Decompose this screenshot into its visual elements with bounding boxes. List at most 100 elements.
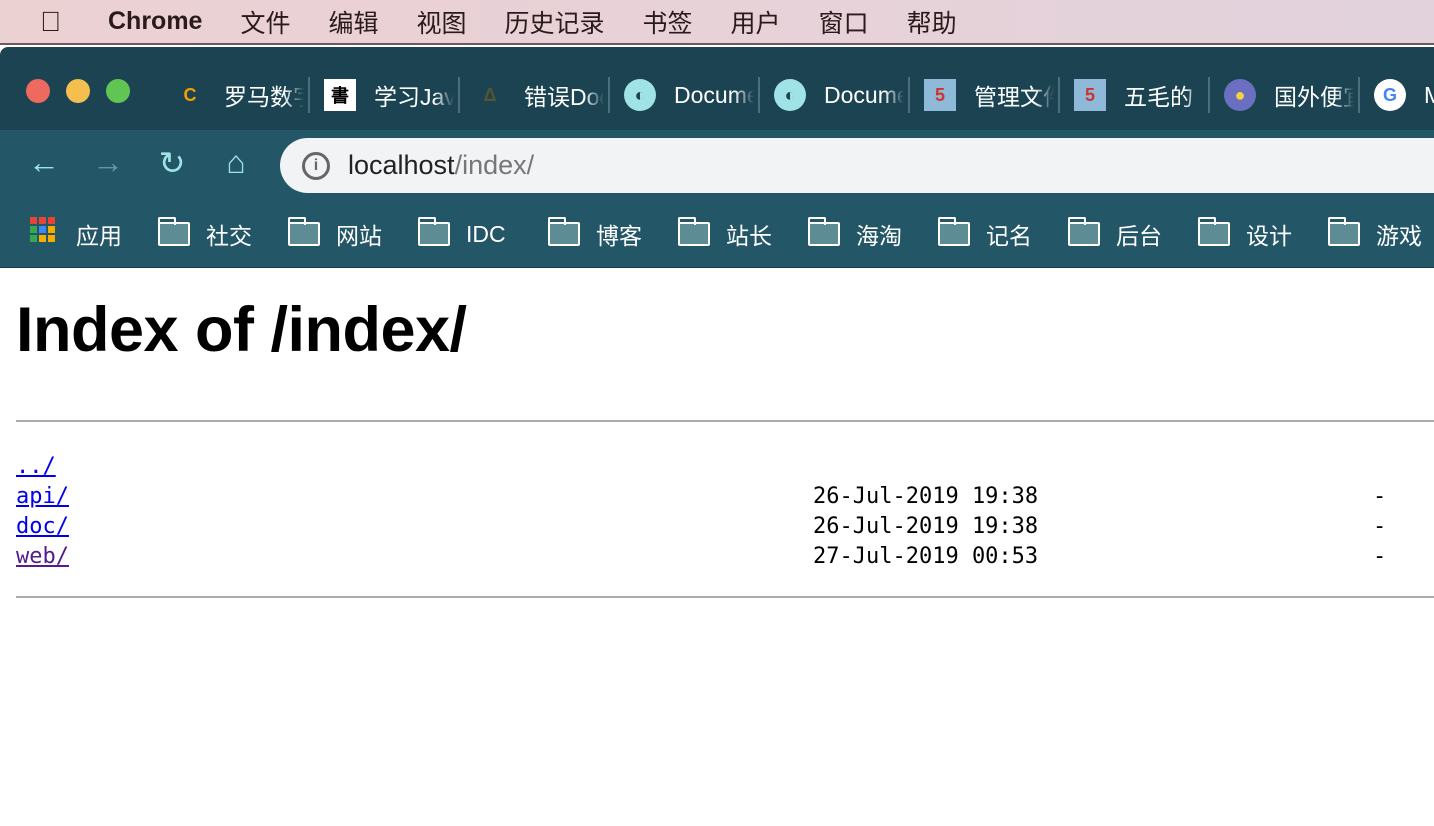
entry-size: - bbox=[1373, 484, 1387, 509]
bookmark-folder[interactable]: 社交 bbox=[158, 200, 252, 268]
entry-size: - bbox=[1373, 514, 1387, 539]
speed-sign-icon: 5 bbox=[924, 79, 956, 111]
bookmark-folder-label: 后台 bbox=[1116, 223, 1162, 249]
entry-link[interactable]: api/ bbox=[16, 484, 69, 509]
bookmark-folder[interactable]: 海淘 bbox=[808, 200, 902, 268]
url-path: /index/ bbox=[454, 150, 535, 180]
listing-row: api/26-Jul-2019 19:38 - bbox=[16, 482, 1434, 512]
calligraphy-icon: 書 bbox=[324, 79, 356, 111]
bookmark-folder[interactable]: 站长 bbox=[678, 200, 772, 268]
menu-bookmarks[interactable]: 书签 bbox=[643, 4, 693, 40]
toolbar: ← → ↻ ⌂ i localhost/index/ bbox=[0, 130, 1434, 200]
globe-icon: ◐ bbox=[624, 79, 656, 111]
tab-title: 五毛的 bbox=[1124, 84, 1193, 110]
macos-menubar:  Chrome 文件 编辑 视图 历史记录 书签 用户 窗口 帮助 bbox=[0, 0, 1434, 45]
folder-icon bbox=[678, 217, 710, 246]
bookmark-folder[interactable]: 设计 bbox=[1198, 200, 1292, 268]
minimize-window-button[interactable] bbox=[66, 79, 90, 103]
bookmark-folder-label: 记名 bbox=[986, 223, 1032, 249]
info-icon[interactable]: i bbox=[302, 151, 330, 180]
bookmark-folder[interactable]: 后台 bbox=[1068, 200, 1162, 268]
browser-tab[interactable]: ● 国外便宜 bbox=[1210, 77, 1360, 113]
back-arrow-icon[interactable]: ← bbox=[24, 144, 64, 181]
home-icon[interactable]: ⌂ bbox=[216, 144, 256, 181]
bookmark-folder[interactable]: IDC bbox=[418, 200, 506, 268]
page-title: Index of /index/ bbox=[16, 295, 467, 365]
entry-date: 26-Jul-2019 19:38 bbox=[813, 484, 1039, 509]
bookmark-folder[interactable]: 博客 bbox=[548, 200, 642, 268]
browser-tab[interactable]: ◐ Documentation bbox=[760, 77, 910, 113]
parent-directory-link[interactable]: ../ bbox=[16, 452, 56, 482]
tab-strip: C 罗马数字書学习Java Δ 错误Doc ◐ Documentation ◐ Documen… bbox=[0, 47, 1434, 130]
bookmark-folder-label: 海淘 bbox=[856, 223, 902, 249]
browser-tab[interactable]: ◐ Documentation bbox=[610, 77, 760, 113]
bookmark-folder[interactable]: 记名 bbox=[938, 200, 1032, 268]
tab-title: Documentation bbox=[674, 81, 754, 108]
tab-title: 错误Doc bbox=[524, 84, 604, 110]
browser-tab[interactable]: C 罗马数字 bbox=[160, 77, 310, 113]
bookmark-folder-label: 设计 bbox=[1246, 223, 1292, 249]
bookmarks-bar: 应用 社交 网站 IDC 博客 站长 海淘 记名 后台 设计 游戏 bbox=[0, 200, 1434, 268]
entry-date: 27-Jul-2019 00:53 bbox=[813, 544, 1039, 569]
apps-grid-icon bbox=[30, 217, 55, 242]
apple-icon[interactable]:  bbox=[40, 6, 70, 38]
bookmark-folder-label: 网站 bbox=[336, 223, 382, 249]
divider bbox=[16, 596, 1434, 598]
menu-app-name[interactable]: Chrome bbox=[108, 7, 202, 36]
browser-tab[interactable]: 5 管理文件 bbox=[910, 77, 1060, 113]
bookmark-folder-label: 站长 bbox=[726, 223, 772, 249]
browser-tab[interactable]: GM bbox=[1360, 77, 1434, 113]
folder-icon bbox=[808, 217, 840, 246]
close-window-button[interactable] bbox=[26, 79, 50, 103]
divider bbox=[16, 420, 1434, 422]
tab-title: M bbox=[1424, 81, 1434, 108]
tab-title: 罗马数字 bbox=[224, 84, 304, 110]
menu-help[interactable]: 帮助 bbox=[907, 4, 957, 40]
globe-icon: ◐ bbox=[774, 79, 806, 111]
leetcode-icon: C bbox=[174, 79, 206, 111]
folder-icon bbox=[548, 217, 580, 246]
bookmark-folder[interactable]: 游戏 bbox=[1328, 200, 1422, 268]
listing-row: doc/26-Jul-2019 19:38 - bbox=[16, 512, 1434, 542]
folder-icon bbox=[288, 217, 320, 246]
entry-link[interactable]: web/ bbox=[16, 544, 69, 569]
reload-icon[interactable]: ↻ bbox=[152, 144, 192, 182]
bookmark-folder-label: IDC bbox=[466, 220, 506, 247]
maximize-window-button[interactable] bbox=[106, 79, 130, 103]
page-content: Index of /index/ ../api/26-Jul-2019 19:3… bbox=[16, 268, 1434, 598]
tab-title: 国外便宜 bbox=[1274, 84, 1354, 110]
browser-tab[interactable]: 5 五毛的 bbox=[1060, 77, 1210, 113]
browser-tab[interactable]: 書学习Java bbox=[310, 77, 460, 113]
folder-icon bbox=[158, 217, 190, 246]
folder-icon bbox=[1068, 217, 1100, 246]
bookmark-folder-label: 社交 bbox=[206, 223, 252, 249]
directory-listing: ../api/26-Jul-2019 19:38- doc/26-Jul-2019… bbox=[16, 452, 1434, 572]
bookmark-apps[interactable]: 应用 bbox=[76, 200, 122, 268]
menu-edit[interactable]: 编辑 bbox=[328, 4, 378, 40]
lightbulb-icon: ● bbox=[1224, 79, 1256, 111]
tab-title: Documentation bbox=[824, 81, 904, 108]
bookmark-folder-label: 博客 bbox=[596, 223, 642, 249]
url-host: localhost bbox=[348, 150, 455, 180]
folder-icon bbox=[1328, 217, 1360, 246]
entry-size: - bbox=[1373, 544, 1387, 569]
menu-view[interactable]: 视图 bbox=[417, 4, 467, 40]
folder-icon bbox=[418, 217, 450, 246]
bookmark-folder[interactable]: 网站 bbox=[288, 200, 382, 268]
menu-window[interactable]: 窗口 bbox=[819, 4, 869, 40]
browser-tab[interactable]: Δ 错误Doc bbox=[460, 77, 610, 113]
entry-date: 26-Jul-2019 19:38 bbox=[813, 514, 1039, 539]
entry-link[interactable]: doc/ bbox=[16, 514, 69, 539]
bookmark-folder-label: 游戏 bbox=[1376, 223, 1422, 249]
address-url[interactable]: localhost/index/ bbox=[348, 150, 534, 181]
menu-file[interactable]: 文件 bbox=[240, 4, 290, 40]
folder-icon bbox=[938, 217, 970, 246]
folder-icon bbox=[1198, 217, 1230, 246]
address-bar[interactable]: i localhost/index/ bbox=[280, 138, 1434, 193]
speed-sign-icon: 5 bbox=[1074, 79, 1106, 111]
forward-arrow-icon[interactable]: → bbox=[88, 144, 128, 181]
menu-history[interactable]: 历史记录 bbox=[505, 4, 605, 40]
error-site-icon: Δ bbox=[483, 84, 497, 105]
menu-people[interactable]: 用户 bbox=[731, 4, 781, 40]
listing-row: web/27-Jul-2019 00:53 - bbox=[16, 542, 1434, 572]
